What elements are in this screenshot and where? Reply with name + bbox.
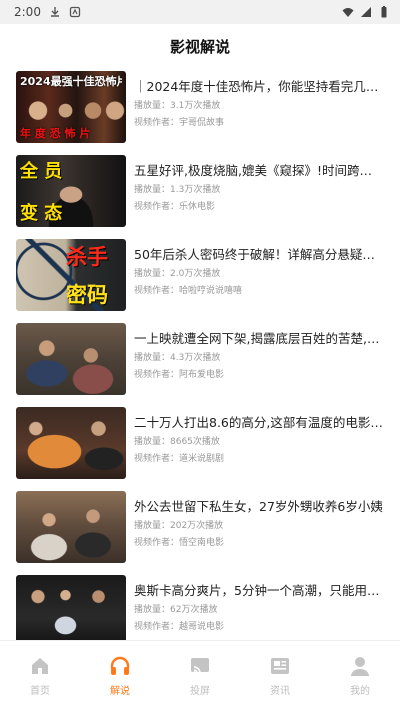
video-author: 视频作者：哈啦哼说说嘻嘻 xyxy=(134,286,243,296)
headphones-icon xyxy=(110,656,130,675)
battery-icon xyxy=(381,6,387,18)
video-author: 视频作者：阿布爱电影 xyxy=(134,370,225,380)
video-author: 视频作者：乐休电影 xyxy=(134,202,216,212)
view-count: 播放量：202万次播放 xyxy=(134,521,224,531)
video-title[interactable]: 奥斯卡高分爽片，5分钟一个高潮，只能用精彩形容 xyxy=(134,583,384,599)
video-thumbnail[interactable]: 2024最强十佳恐怖片 年 度 恐 怖 片 xyxy=(16,71,126,143)
bottom-tab-bar: 首页 解说 投屏 资讯 我的 xyxy=(0,640,400,710)
view-count: 播放量：3.1万次播放 xyxy=(134,101,221,111)
cast-icon xyxy=(191,658,209,674)
video-author: 视频作者：道米说剧剧 xyxy=(134,454,225,464)
list-item[interactable]: 二十万人打出8.6的高分,这部有温度的电影值得一看 播放量：8665次播放 视频… xyxy=(0,407,400,491)
list-item[interactable]: 奥斯卡高分爽片，5分钟一个高潮，只能用精彩形容 播放量：62万次播放 视频作者：… xyxy=(0,575,400,640)
view-count: 播放量：4.3万次播放 xyxy=(134,353,221,363)
video-title[interactable]: 一上映就遭全网下架,揭露底层百姓的苦楚,真实得让人心疼 xyxy=(134,331,384,347)
video-thumbnail[interactable] xyxy=(16,491,126,563)
video-title[interactable]: ｜2024年度十佳恐怖片，你能坚持看完几部？ xyxy=(134,79,384,95)
view-count: 播放量：8665次播放 xyxy=(134,437,220,447)
video-title[interactable]: 外公去世留下私生女，27岁外甥收养6岁小姨 xyxy=(134,499,384,515)
video-thumbnail[interactable] xyxy=(16,323,126,395)
user-icon xyxy=(351,657,369,676)
home-icon xyxy=(32,658,48,674)
app-notification-icon xyxy=(69,6,81,18)
page-title: 影视解说 xyxy=(169,37,230,56)
status-bar: 2:00 xyxy=(0,0,400,24)
view-count: 播放量：1.3万次播放 xyxy=(134,185,221,195)
video-thumbnail[interactable]: 全 员 变 态 xyxy=(16,155,126,227)
tab-cast[interactable]: 投屏 xyxy=(160,641,240,710)
tab-label: 首页 xyxy=(30,686,50,697)
list-item[interactable]: 2024最强十佳恐怖片 年 度 恐 怖 片 ｜2024年度十佳恐怖片，你能坚持看… xyxy=(0,71,400,155)
list-item[interactable]: 外公去世留下私生女，27岁外甥收养6岁小姨 播放量：202万次播放 视频作者：悟… xyxy=(0,491,400,575)
video-list[interactable]: 2024最强十佳恐怖片 年 度 恐 怖 片 ｜2024年度十佳恐怖片，你能坚持看… xyxy=(0,68,400,640)
video-thumbnail[interactable] xyxy=(16,407,126,479)
list-item[interactable]: 杀手 密码 50年后杀人密码终于破解！详解高分悬疑神作 播放量：2.0万次播放 … xyxy=(0,239,400,323)
video-thumbnail[interactable]: 杀手 密码 xyxy=(16,239,126,311)
video-title[interactable]: 50年后杀人密码终于破解！详解高分悬疑神作 xyxy=(134,247,384,263)
wifi-icon xyxy=(342,8,354,17)
view-count: 播放量：62万次播放 xyxy=(134,605,218,615)
video-author: 视频作者：越哥说电影 xyxy=(134,622,225,632)
page-header: 影视解说 xyxy=(0,24,400,68)
video-author: 视频作者：悟空南电影 xyxy=(134,538,225,548)
tab-home[interactable]: 首页 xyxy=(0,641,80,710)
tab-commentary[interactable]: 解说 xyxy=(80,641,160,710)
video-title[interactable]: 五星好评,极度烧脑,媲美《窥探》!时间跨度长，剧情紧凑 xyxy=(134,163,384,179)
download-icon xyxy=(50,7,59,17)
status-time: 2:00 xyxy=(14,5,41,19)
signal-icon xyxy=(361,7,371,17)
list-item[interactable]: 全 员 变 态 五星好评,极度烧脑,媲美《窥探》!时间跨度长，剧情紧凑 播放量：… xyxy=(0,155,400,239)
tab-profile[interactable]: 我的 xyxy=(320,641,400,710)
tab-label: 解说 xyxy=(110,686,130,697)
video-thumbnail[interactable] xyxy=(16,575,126,640)
tab-news[interactable]: 资讯 xyxy=(240,641,320,710)
video-title[interactable]: 二十万人打出8.6的高分,这部有温度的电影值得一看 xyxy=(134,415,384,431)
view-count: 播放量：2.0万次播放 xyxy=(134,269,221,279)
news-icon xyxy=(271,658,289,674)
tab-label: 投屏 xyxy=(190,686,210,697)
tab-label: 资讯 xyxy=(270,686,290,697)
list-item[interactable]: 一上映就遭全网下架,揭露底层百姓的苦楚,真实得让人心疼 播放量：4.3万次播放 … xyxy=(0,323,400,407)
video-author: 视频作者：宇哥侃故事 xyxy=(134,118,225,128)
tab-label: 我的 xyxy=(350,686,370,697)
